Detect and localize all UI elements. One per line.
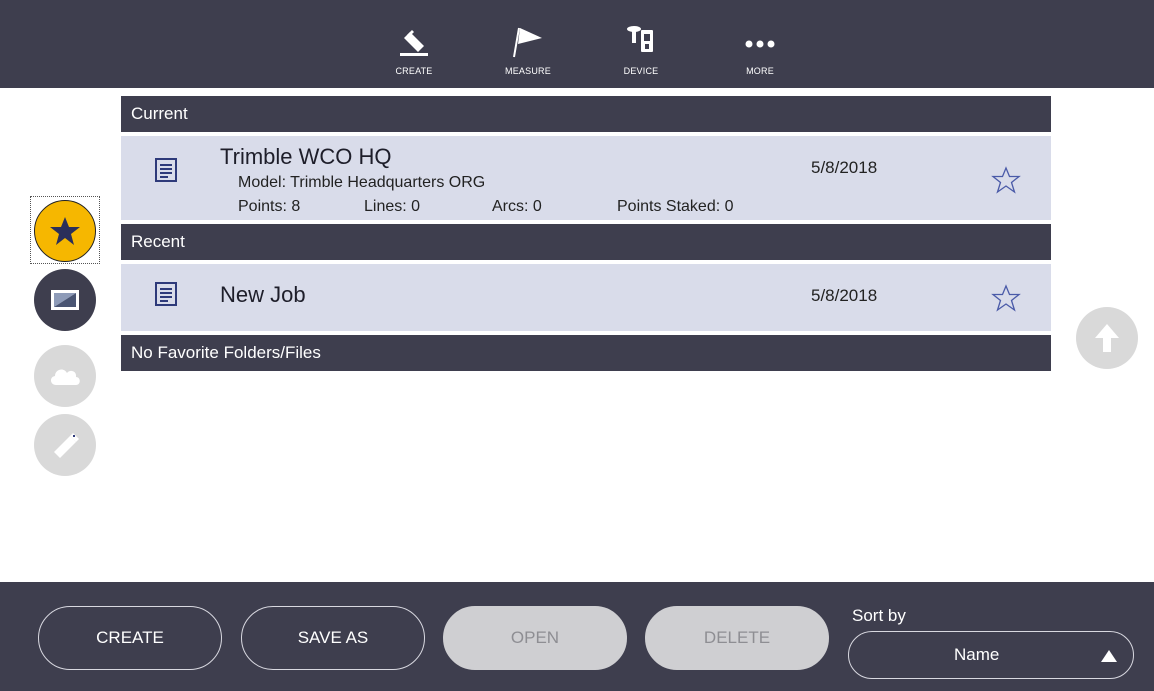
sort-by-value: Name bbox=[954, 645, 1000, 664]
open-button[interactable]: OPEN bbox=[443, 606, 627, 670]
document-icon bbox=[155, 158, 177, 182]
create-button[interactable]: CREATE bbox=[38, 606, 222, 670]
section-header-current: Current bbox=[121, 96, 1051, 132]
job-points-count: Points: 8 bbox=[238, 198, 301, 215]
more-tool-label: MORE bbox=[746, 66, 774, 76]
job-name: New Job bbox=[220, 282, 306, 307]
job-name: Trimble WCO HQ bbox=[220, 144, 392, 169]
job-lines-count: Lines: 0 bbox=[364, 198, 421, 215]
sidebar-item-cloud[interactable] bbox=[34, 345, 96, 407]
device-tool-label: DEVICE bbox=[623, 66, 659, 76]
sidebar-item-favorites[interactable] bbox=[34, 200, 96, 262]
save-as-button[interactable]: SAVE AS bbox=[241, 606, 425, 670]
pencil-icon bbox=[400, 30, 428, 56]
job-date: 5/8/2018 bbox=[811, 158, 878, 177]
favorite-star-icon[interactable] bbox=[991, 284, 1021, 312]
sidebar-item-usb[interactable] bbox=[34, 414, 96, 476]
top-toolbar: CREATE MEASURE DEVICE MORE bbox=[0, 0, 1154, 88]
job-points-staked: Points Staked: 0 bbox=[617, 198, 734, 215]
create-tool-label: CREATE bbox=[395, 66, 433, 76]
sidebar-item-device[interactable] bbox=[34, 269, 96, 331]
favorite-star-icon[interactable] bbox=[991, 166, 1021, 194]
job-row-current[interactable]: Trimble WCO HQ Model: Trimble Headquarte… bbox=[121, 136, 1051, 220]
measure-tool-button[interactable]: MEASURE bbox=[488, 18, 568, 82]
triangle-up-icon bbox=[1101, 650, 1117, 662]
more-dots-icon bbox=[745, 40, 775, 48]
more-tool-button[interactable]: MORE bbox=[720, 18, 800, 82]
flag-icon bbox=[513, 27, 542, 58]
create-tool-button[interactable]: CREATE bbox=[374, 18, 454, 82]
sort-by-select[interactable]: Name bbox=[848, 631, 1134, 679]
job-date: 5/8/2018 bbox=[811, 286, 878, 305]
bottom-action-bar: CREATE SAVE AS OPEN DELETE Sort by Name bbox=[0, 582, 1154, 691]
job-model: Model: Trimble Headquarters ORG bbox=[238, 174, 486, 191]
star-icon bbox=[50, 217, 80, 245]
sort-by-label: Sort by bbox=[852, 606, 906, 625]
section-header-recent: Recent bbox=[121, 224, 1051, 260]
arrow-up-icon bbox=[1095, 324, 1119, 352]
job-row-recent[interactable]: New Job 5/8/2018 bbox=[121, 264, 1051, 331]
job-arcs-count: Arcs: 0 bbox=[492, 198, 542, 215]
usb-drive-icon bbox=[54, 433, 79, 458]
tablet-icon bbox=[51, 290, 79, 310]
cloud-icon bbox=[50, 369, 80, 385]
measure-tool-label: MEASURE bbox=[505, 66, 551, 76]
delete-button[interactable]: DELETE bbox=[645, 606, 829, 670]
section-header-no-favorites: No Favorite Folders/Files bbox=[121, 335, 1051, 371]
device-tool-button[interactable]: DEVICE bbox=[601, 18, 681, 82]
gnss-receiver-icon bbox=[627, 26, 653, 52]
scroll-up-button[interactable] bbox=[1076, 307, 1138, 369]
document-icon bbox=[155, 282, 177, 306]
app-window: CREATE MEASURE DEVICE MORE Current Trimb… bbox=[0, 0, 1154, 691]
